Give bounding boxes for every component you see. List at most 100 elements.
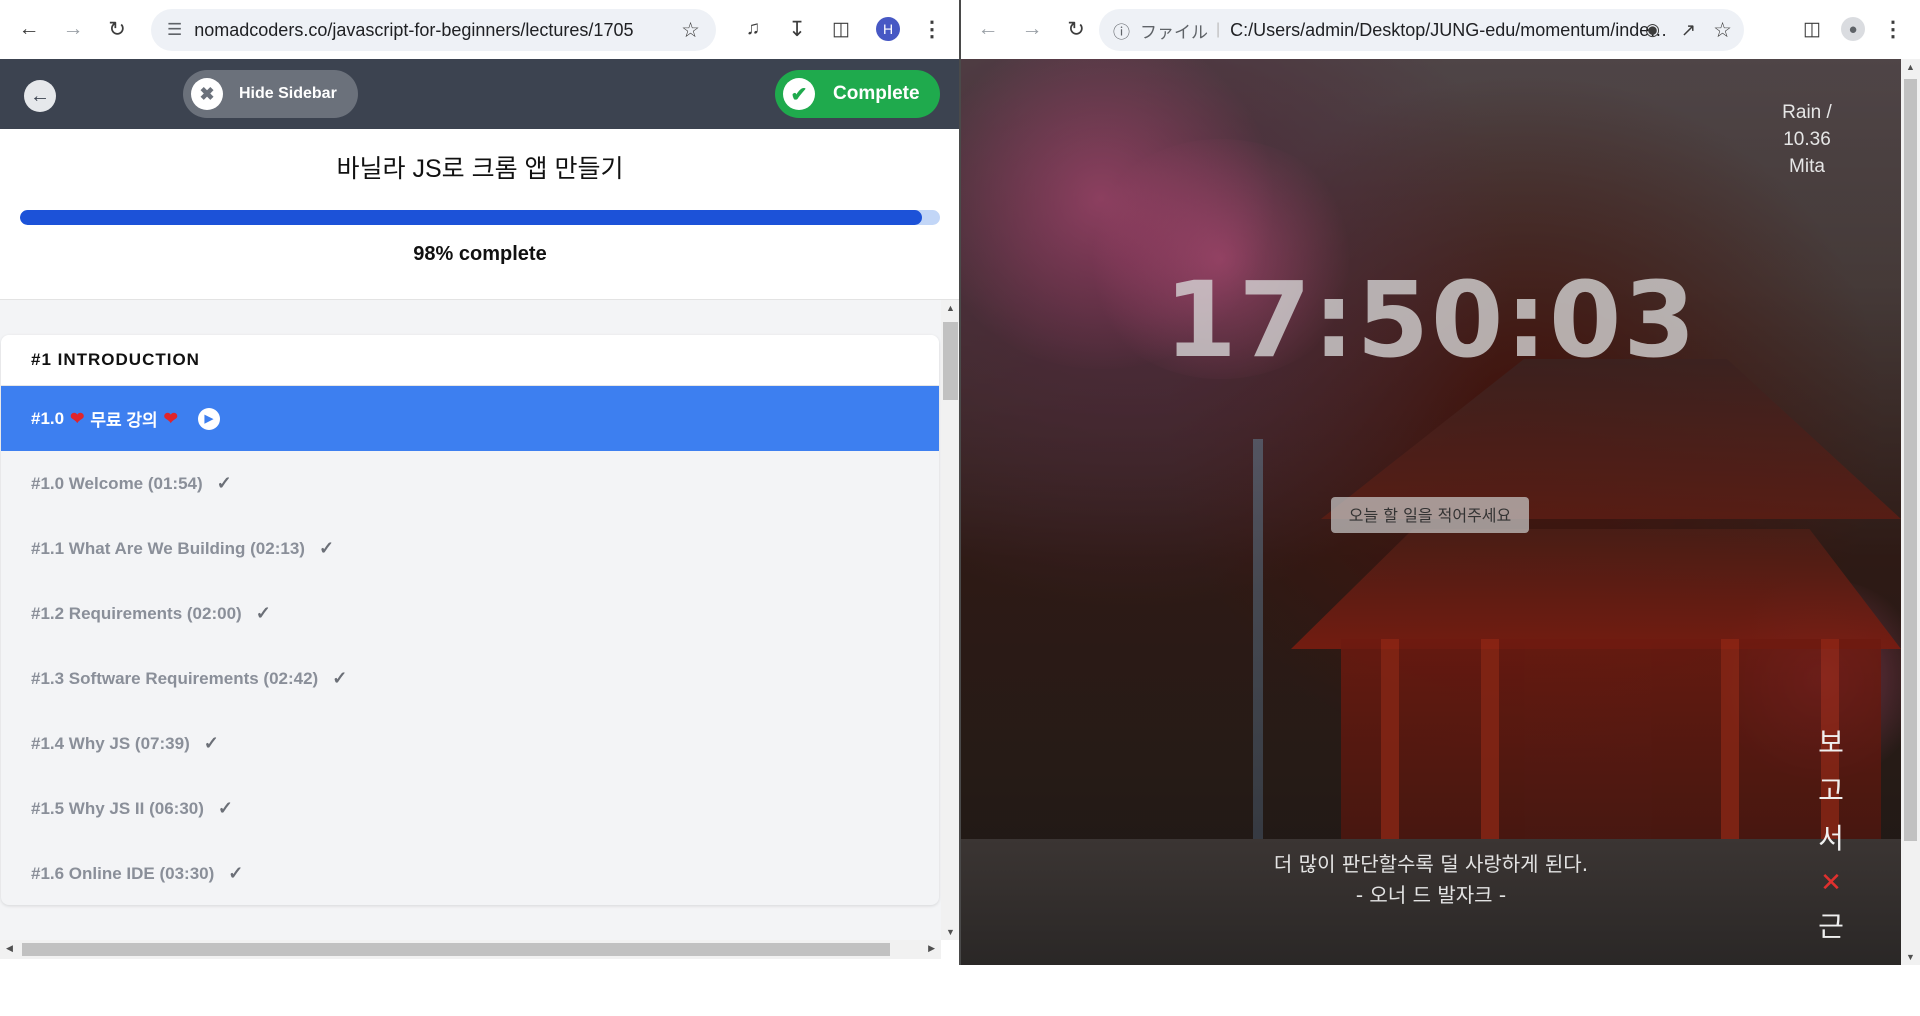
close-icon: ✖: [191, 78, 223, 110]
location-pin-icon[interactable]: ◉: [1645, 20, 1660, 40]
left-horizontal-scrollbar[interactable]: ◀ ▶: [0, 940, 941, 959]
momentum-background: Rain / 10.36 Mita 17:50:03 보 고 서 ✕ 근 더 많…: [961, 59, 1901, 965]
complete-label: Complete: [833, 83, 920, 104]
checkmark-icon: ✓: [216, 473, 232, 493]
lesson-item-active[interactable]: #1.0 ❤ 무료 강의 ❤ ▶: [1, 386, 939, 451]
back-arrow-icon[interactable]: ←: [14, 14, 44, 44]
left-browser-toolbar: ← → ↻ ☰ nomadcoders.co/javascript-for-be…: [0, 0, 960, 60]
course-progress-text: 98% complete: [413, 243, 547, 265]
todo-input[interactable]: [1331, 497, 1529, 533]
info-icon[interactable]: ⓘ: [1113, 18, 1130, 43]
section-card: #1 INTRODUCTION #1.0 ❤ 무료 강의 ❤ ▶ #1.0 We…: [1, 335, 939, 905]
weather-temperature: 10.36: [1783, 129, 1831, 150]
course-progress-bar: [20, 210, 940, 225]
lesson-label: #1.2 Requirements (02:00): [31, 603, 242, 623]
side-panel-icon[interactable]: ◫: [826, 14, 856, 44]
right-address-bar[interactable]: ⓘ ファイル | C:/Users/admin/Desktop/JUNG-edu…: [1099, 9, 1744, 51]
left-address-bar[interactable]: ☰ nomadcoders.co/javascript-for-beginner…: [151, 9, 716, 51]
scroll-up-arrow-icon[interactable]: ▲: [1906, 62, 1915, 72]
scroll-up-arrow-icon[interactable]: ▲: [946, 303, 955, 313]
heart-icon: ❤: [163, 408, 178, 428]
active-lesson-label: 무료 강의: [90, 411, 158, 430]
reload-icon[interactable]: ↻: [102, 14, 132, 44]
lesson-label: #1.4 Why JS (07:39): [31, 733, 190, 753]
clock: 17:50:03: [1164, 259, 1698, 381]
bookmark-star-icon[interactable]: ☆: [1713, 18, 1732, 43]
hide-sidebar-label: Hide Sidebar: [239, 85, 337, 102]
lesson-item[interactable]: #1.5 Why JS II (06:30) ✓: [1, 776, 939, 841]
site-settings-icon[interactable]: ☰: [167, 20, 182, 40]
weather-widget: Rain / 10.36 Mita: [1767, 99, 1847, 180]
scrollbar-thumb[interactable]: [1904, 79, 1917, 841]
profile-avatar[interactable]: H: [873, 14, 903, 44]
temple-roof-image: [1291, 529, 1901, 649]
share-icon[interactable]: ↗: [1681, 20, 1696, 41]
complete-button[interactable]: ✔ Complete: [775, 70, 940, 118]
left-url-text: nomadcoders.co/javascript-for-beginners/…: [194, 19, 634, 40]
person-icon: ●: [1841, 17, 1865, 41]
hide-sidebar-button[interactable]: ✖ Hide Sidebar: [183, 70, 358, 118]
profile-initial: H: [876, 17, 900, 41]
scrollbar-thumb[interactable]: [943, 322, 958, 400]
right-vertical-scrollbar[interactable]: ▲ ▼: [1901, 59, 1920, 965]
forward-arrow-icon[interactable]: →: [58, 14, 88, 44]
profile-avatar[interactable]: ●: [1838, 14, 1868, 44]
checkmark-icon: ✓: [217, 798, 233, 818]
lesson-label: #1.3 Software Requirements (02:42): [31, 668, 319, 688]
play-icon: ▶: [197, 407, 220, 430]
lesson-label: #1.1 What Are We Building (02:13): [31, 538, 305, 558]
back-arrow-icon[interactable]: ←: [973, 14, 1003, 44]
todo-item: 보: [1818, 726, 1844, 759]
lesson-item[interactable]: #1.1 What Are We Building (02:13) ✓: [1, 516, 939, 581]
lesson-item[interactable]: #1.4 Why JS (07:39) ✓: [1, 711, 939, 776]
left-browser-window: ← → ↻ ☰ nomadcoders.co/javascript-for-be…: [0, 0, 960, 965]
right-browser-toolbar: ← → ↻ ⓘ ファイル | C:/Users/admin/Desktop/JU…: [961, 0, 1920, 60]
left-vertical-scrollbar[interactable]: ▲ ▼: [941, 300, 960, 940]
lesson-item[interactable]: #1.3 Software Requirements (02:42) ✓: [1, 646, 939, 711]
right-url-text: C:/Users/admin/Desktop/JUNG-edu/momentum…: [1230, 19, 1671, 40]
active-lesson-number: #1.0: [31, 408, 65, 428]
temple-roof-image: [1321, 359, 1901, 519]
checkmark-icon: ✓: [255, 603, 271, 623]
lesson-item[interactable]: #1.2 Requirements (02:00) ✓: [1, 581, 939, 646]
scroll-right-arrow-icon[interactable]: ▶: [928, 943, 935, 954]
checkmark-icon: ✓: [332, 668, 348, 688]
tower-image: [1253, 439, 1263, 859]
quote-text: 더 많이 판단할수록 덜 사랑하게 된다.: [1273, 852, 1589, 876]
lesson-item[interactable]: #1.0 Welcome (01:54) ✓: [1, 451, 939, 516]
scroll-down-arrow-icon[interactable]: ▼: [946, 927, 955, 937]
checkmark-icon: ✓: [228, 863, 244, 883]
checkmark-icon: ✓: [203, 733, 219, 753]
course-back-button[interactable]: ←: [24, 80, 56, 112]
lesson-label: #1.0 Welcome (01:54): [31, 473, 203, 493]
media-control-icon[interactable]: ♫: [738, 14, 768, 44]
security-label: ファイル: [1140, 22, 1208, 42]
scroll-down-arrow-icon[interactable]: ▼: [1906, 952, 1915, 962]
course-top-bar: ← ✖ Hide Sidebar ✔ Complete: [0, 59, 960, 129]
heart-icon: ❤: [70, 408, 85, 428]
forward-arrow-icon[interactable]: →: [1017, 14, 1047, 44]
menu-kebab-icon[interactable]: ⋮: [1878, 14, 1908, 44]
bookmark-star-icon[interactable]: ☆: [681, 18, 700, 43]
download-icon[interactable]: ↧: [782, 14, 812, 44]
todo-item: 고: [1818, 774, 1844, 807]
side-panel-icon[interactable]: ◫: [1797, 14, 1827, 44]
course-header: 바닐라 JS로 크롬 앱 만들기 98% complete: [0, 129, 960, 300]
weather-condition: Rain /: [1782, 102, 1832, 123]
lesson-items: #1.0 Welcome (01:54) ✓ #1.1 What Are We Bu…: [1, 451, 939, 905]
lesson-list-area: #1 INTRODUCTION #1.0 ❤ 무료 강의 ❤ ▶ #1.0 We…: [0, 300, 941, 940]
scrollbar-thumb[interactable]: [22, 943, 890, 956]
menu-kebab-icon[interactable]: ⋮: [917, 14, 947, 44]
lesson-label: #1.6 Online IDE (03:30): [31, 863, 215, 883]
checkmark-icon: ✓: [318, 538, 335, 558]
lesson-label: #1.5 Why JS II (06:30): [31, 798, 204, 818]
course-progress-fill: [20, 210, 922, 225]
weather-city: Mita: [1789, 156, 1825, 177]
check-circle-icon: ✔: [783, 78, 815, 110]
right-browser-window: ← → ↻ ⓘ ファイル | C:/Users/admin/Desktop/JU…: [961, 0, 1920, 965]
lesson-item[interactable]: #1.6 Online IDE (03:30) ✓: [1, 841, 939, 905]
scroll-left-arrow-icon[interactable]: ◀: [6, 943, 13, 954]
section-title[interactable]: #1 INTRODUCTION: [1, 335, 939, 386]
reload-icon[interactable]: ↻: [1061, 14, 1091, 44]
course-title: 바닐라 JS로 크롬 앱 만들기: [336, 155, 624, 183]
